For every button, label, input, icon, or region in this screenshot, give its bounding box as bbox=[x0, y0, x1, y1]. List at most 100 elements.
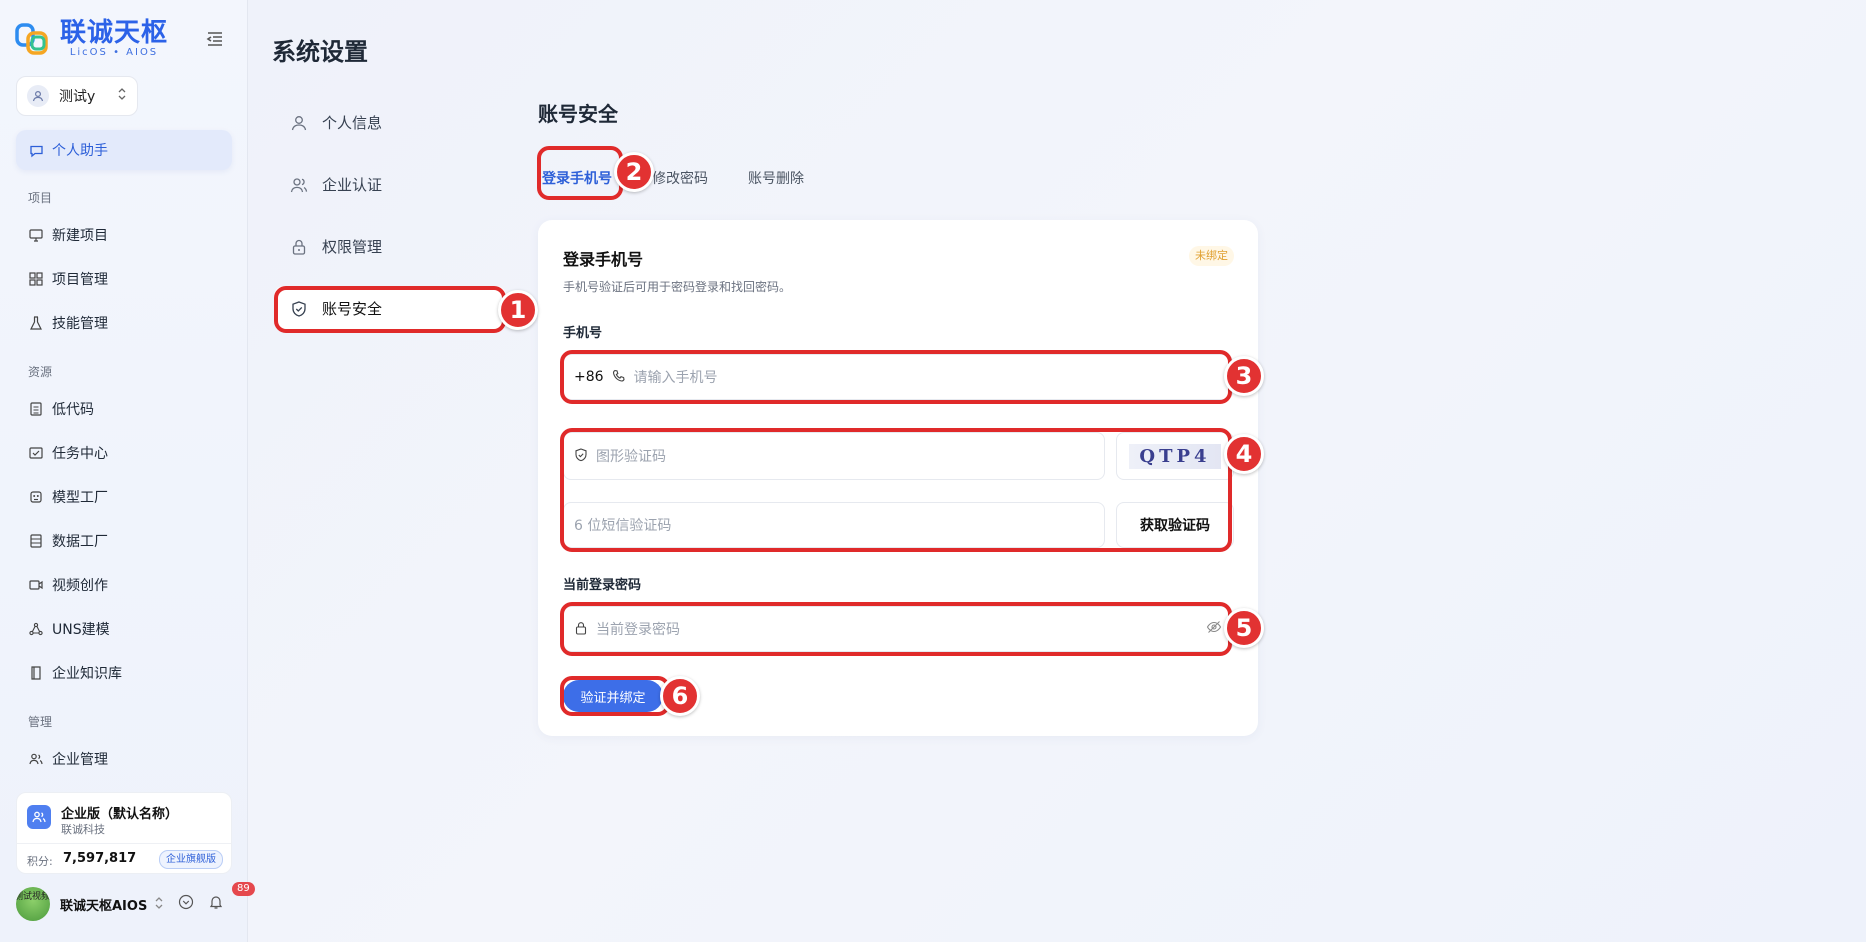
card-title: 登录手机号 bbox=[563, 250, 644, 269]
sidebar-item-video-creation[interactable]: 视频创作 bbox=[28, 573, 108, 597]
status-badge: 未绑定 bbox=[1189, 246, 1234, 266]
captcha-text: QTP4 bbox=[1129, 443, 1221, 469]
chevron-down-circle-icon[interactable] bbox=[178, 894, 194, 914]
password-placeholder: 当前登录密码 bbox=[596, 622, 680, 638]
lock-icon bbox=[290, 238, 308, 256]
sidebar-item-model-factory[interactable]: 模型工厂 bbox=[28, 485, 108, 509]
phone-input[interactable]: +86 请输入手机号 bbox=[563, 354, 1233, 400]
settings-item-permissions[interactable]: 权限管理 bbox=[290, 236, 382, 257]
captcha-image[interactable]: QTP4 bbox=[1116, 432, 1234, 480]
phone-label: 手机号 bbox=[563, 326, 603, 341]
book-icon bbox=[28, 665, 44, 681]
sidebar-item-label: 视频创作 bbox=[52, 578, 108, 594]
settings-item-label: 企业认证 bbox=[322, 176, 383, 194]
sidebar-item-data-factory[interactable]: 数据工厂 bbox=[28, 529, 108, 553]
sidebar-item-label: 任务中心 bbox=[52, 446, 108, 462]
annotation-badge-3: 3 bbox=[1224, 356, 1264, 396]
sidebar-item-new-project[interactable]: 新建项目 bbox=[28, 223, 108, 247]
sidebar-item-low-code[interactable]: 低代码 bbox=[28, 397, 94, 421]
sidebar-item-label: 技能管理 bbox=[52, 316, 108, 332]
sidebar-item-label: 低代码 bbox=[52, 402, 94, 418]
user-icon bbox=[290, 114, 308, 132]
enterprise-company: 联诚科技 bbox=[61, 823, 105, 836]
eye-off-icon[interactable] bbox=[1206, 619, 1222, 639]
sidebar-item-label: 数据工厂 bbox=[52, 534, 108, 550]
sidebar-item-label: 项目管理 bbox=[52, 272, 108, 288]
sidebar-item-label: UNS建模 bbox=[52, 622, 110, 638]
annotation-badge-5: 5 bbox=[1224, 608, 1264, 648]
sidebar-item-knowledge-base[interactable]: 企业知识库 bbox=[28, 661, 122, 685]
robot-icon bbox=[28, 489, 44, 505]
card-description: 手机号验证后可用于密码登录和找回密码。 bbox=[563, 280, 792, 294]
enterprise-card[interactable]: 企业版（默认名称） 联诚科技 积分: 7,597,817 企业旗舰版 bbox=[16, 792, 232, 874]
logo-title: 联诚天枢 bbox=[60, 18, 169, 48]
team-avatar-icon bbox=[27, 85, 49, 107]
sidebar-item-skill-management[interactable]: 技能管理 bbox=[28, 311, 108, 335]
network-icon bbox=[28, 621, 44, 637]
settings-item-account-security[interactable]: 账号安全 bbox=[290, 298, 382, 319]
annotation-badge-1: 1 bbox=[498, 290, 538, 330]
user-name: 联诚天枢AIOS bbox=[60, 898, 148, 914]
user-menu[interactable]: 测试视频 联诚天枢AIOS 89 bbox=[16, 882, 255, 924]
annotation-badge-4: 4 bbox=[1224, 434, 1264, 474]
sidebar-item-task-center[interactable]: 任务中心 bbox=[28, 441, 108, 465]
flask-icon bbox=[28, 315, 44, 331]
enterprise-logo-icon bbox=[27, 805, 51, 829]
avatar-text: 测试视频 bbox=[16, 892, 50, 902]
settings-item-label: 权限管理 bbox=[322, 238, 383, 256]
settings-item-label: 个人信息 bbox=[322, 114, 383, 132]
updown-arrow-icon[interactable] bbox=[154, 895, 164, 914]
sidebar-item-label: 新建项目 bbox=[52, 228, 108, 244]
tab-delete-account[interactable]: 账号删除 bbox=[748, 168, 804, 188]
annotation-badge-2: 2 bbox=[614, 152, 654, 192]
get-code-button[interactable]: 获取验证码 bbox=[1116, 502, 1234, 548]
collapse-sidebar-icon[interactable] bbox=[204, 28, 226, 50]
captcha-input[interactable]: 图形验证码 bbox=[563, 432, 1105, 480]
points-label: 积分: bbox=[27, 855, 53, 868]
sidebar-item-label: 企业知识库 bbox=[52, 666, 122, 682]
app-logo[interactable]: 联诚天枢 LicOS • AIOS bbox=[14, 16, 184, 62]
page-title: 系统设置 bbox=[272, 38, 368, 66]
sidebar-section-admin: 管理 bbox=[28, 715, 53, 729]
video-icon bbox=[28, 577, 44, 593]
sidebar-item-label: 个人助手 bbox=[52, 143, 108, 159]
users-icon bbox=[290, 176, 308, 194]
sidebar-item-uns-modeling[interactable]: UNS建模 bbox=[28, 617, 110, 641]
lock-icon bbox=[574, 621, 590, 637]
updown-arrow-icon bbox=[117, 88, 127, 104]
sidebar-item-enterprise-management[interactable]: 企业管理 bbox=[28, 747, 108, 771]
shield-icon bbox=[290, 300, 308, 318]
settings-item-enterprise-cert[interactable]: 企业认证 bbox=[290, 174, 382, 195]
tab-change-password[interactable]: 修改密码 bbox=[652, 168, 708, 188]
document-icon bbox=[28, 401, 44, 417]
password-label: 当前登录密码 bbox=[563, 578, 642, 593]
users-icon bbox=[28, 751, 44, 767]
chat-icon bbox=[28, 142, 44, 158]
sms-code-input[interactable]: 6 位短信验证码 bbox=[563, 502, 1105, 548]
settings-item-personal-info[interactable]: 个人信息 bbox=[290, 112, 382, 133]
verify-bind-button[interactable]: 验证并绑定 bbox=[563, 680, 663, 712]
tab-login-phone[interactable]: 登录手机号 bbox=[542, 168, 612, 188]
logo-mark-icon bbox=[14, 19, 54, 59]
sidebar-item-label: 企业管理 bbox=[52, 752, 108, 768]
shield-check-icon bbox=[574, 448, 590, 464]
monitor-icon bbox=[28, 227, 44, 243]
logo-subtitle: LicOS • AIOS bbox=[69, 47, 159, 58]
password-input[interactable]: 当前登录密码 bbox=[563, 606, 1233, 652]
sidebar-section-projects: 项目 bbox=[28, 191, 53, 205]
sms-placeholder: 6 位短信验证码 bbox=[574, 518, 672, 534]
divider bbox=[17, 843, 231, 844]
database-icon bbox=[28, 533, 44, 549]
team-select[interactable]: 测试y bbox=[16, 76, 138, 116]
sidebar-item-personal-assistant[interactable]: 个人助手 bbox=[16, 130, 232, 170]
section-title: 账号安全 bbox=[538, 102, 618, 126]
bell-icon[interactable] bbox=[208, 894, 224, 914]
team-name: 测试y bbox=[59, 89, 96, 105]
notification-badge: 89 bbox=[232, 882, 255, 896]
sidebar-section-resources: 资源 bbox=[28, 365, 53, 379]
sidebar-item-project-management[interactable]: 项目管理 bbox=[28, 267, 108, 291]
country-code: +86 bbox=[574, 369, 604, 385]
grid-icon bbox=[28, 271, 44, 287]
avatar[interactable]: 测试视频 bbox=[16, 887, 50, 921]
phone-binding-card: 登录手机号 未绑定 手机号验证后可用于密码登录和找回密码。 手机号 +86 请输… bbox=[538, 220, 1258, 736]
